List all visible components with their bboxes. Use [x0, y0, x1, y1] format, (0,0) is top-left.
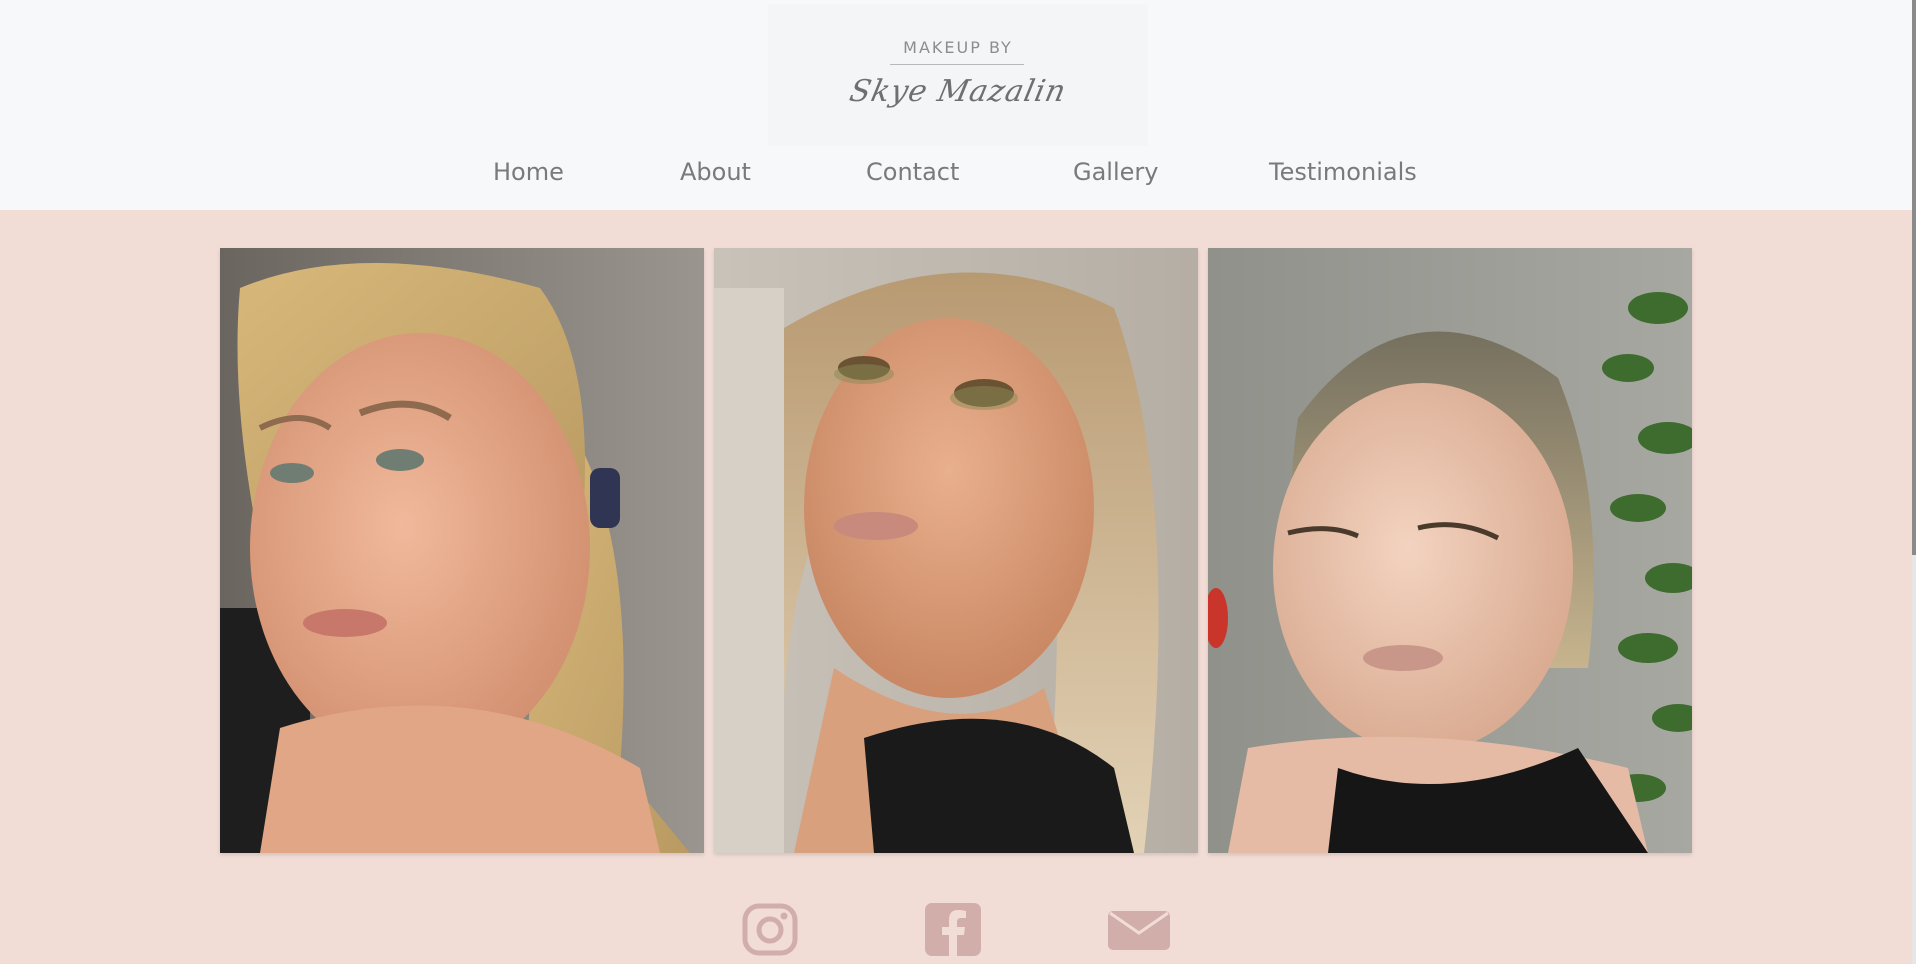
- nav-contact[interactable]: Contact: [866, 158, 959, 186]
- logo[interactable]: MAKEUP BY Skye Mazalin: [768, 4, 1148, 146]
- nav-gallery[interactable]: Gallery: [1073, 158, 1158, 186]
- main-nav: Home About Contact Gallery Testimonials: [0, 158, 1912, 198]
- vertical-scrollbar[interactable]: [1912, 0, 1916, 964]
- portrait-image: [714, 248, 1198, 853]
- logo-signature: Skye Mazalin: [846, 74, 1070, 109]
- portrait-image: [220, 248, 704, 853]
- gallery-photo-3[interactable]: [1208, 248, 1692, 853]
- email-icon[interactable]: [1108, 903, 1170, 954]
- nav-home[interactable]: Home: [493, 158, 564, 186]
- site-header: MAKEUP BY Skye Mazalin Home About Contac…: [0, 0, 1912, 210]
- logo-tagline: MAKEUP BY: [903, 38, 1013, 57]
- instagram-icon[interactable]: [742, 903, 798, 960]
- nav-testimonials[interactable]: Testimonials: [1269, 158, 1417, 186]
- portrait-image: [1208, 248, 1692, 853]
- facebook-icon[interactable]: [925, 903, 981, 960]
- gallery-photo-2[interactable]: [714, 248, 1198, 853]
- nav-about[interactable]: About: [680, 158, 751, 186]
- gallery-photo-1[interactable]: [220, 248, 704, 853]
- scrollbar-thumb[interactable]: [1912, 0, 1916, 555]
- logo-divider: [890, 64, 1024, 65]
